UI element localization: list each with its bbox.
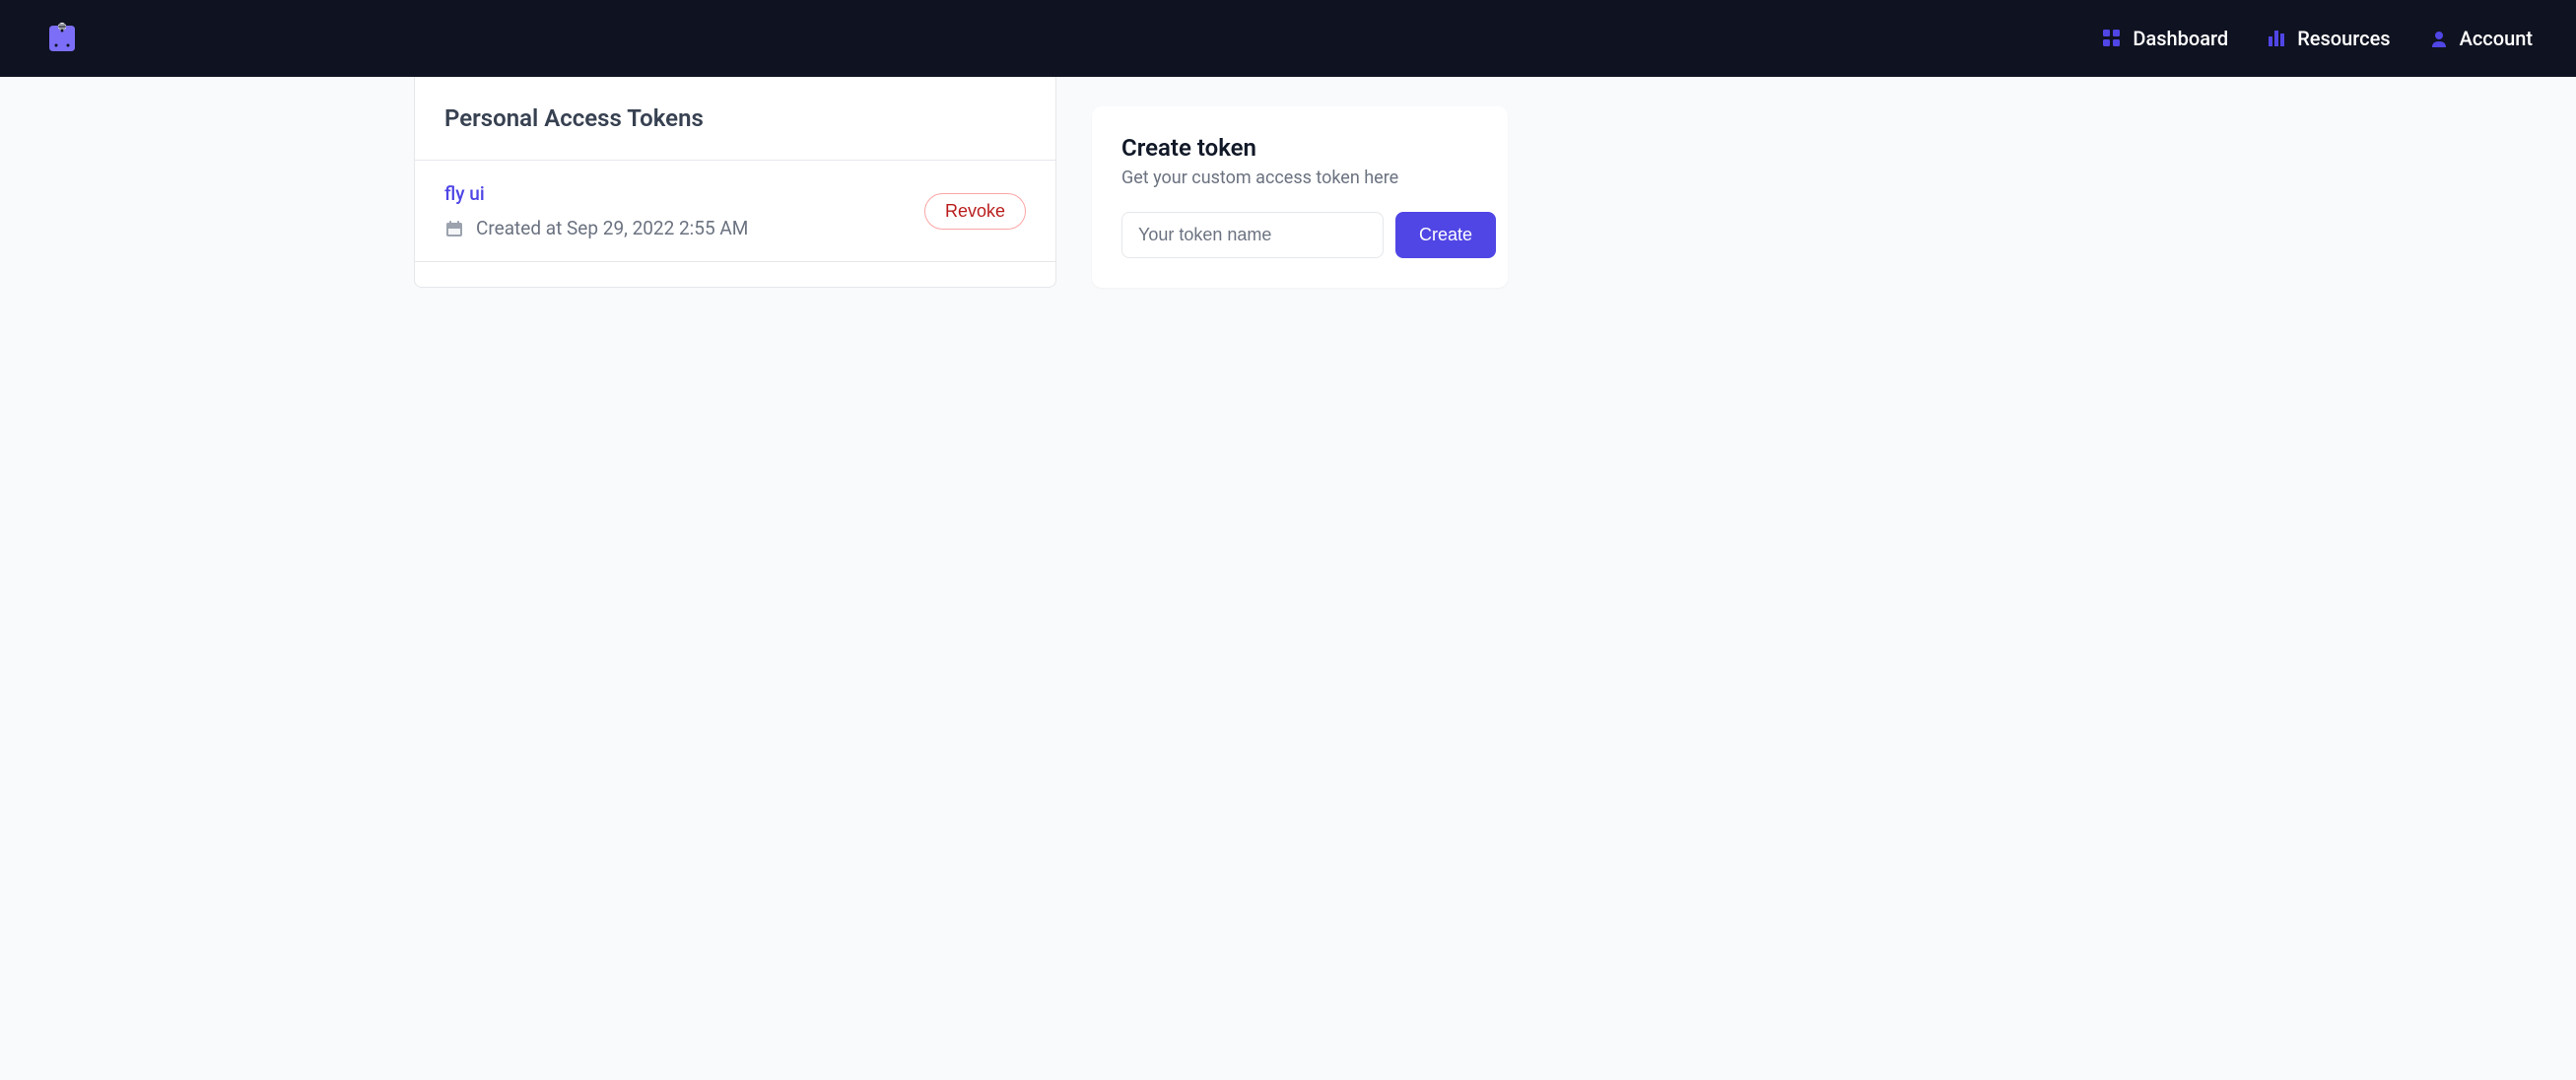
token-meta: Created at Sep 29, 2022 2:55 AM xyxy=(444,217,748,239)
logo[interactable] xyxy=(43,20,81,57)
calendar-icon xyxy=(444,219,464,238)
token-name-link[interactable]: fly ui xyxy=(444,182,748,205)
nav-account-label: Account xyxy=(2460,27,2533,50)
panel-header: Personal Access Tokens xyxy=(415,77,1055,161)
tokens-panel: Personal Access Tokens fly ui Cre xyxy=(414,77,1056,288)
revoke-button[interactable]: Revoke xyxy=(924,193,1026,230)
create-token-form: Create xyxy=(1121,212,1478,258)
nav-dashboard[interactable]: Dashboard xyxy=(2103,27,2228,50)
nav-resources[interactable]: Resources xyxy=(2268,27,2390,50)
nav-resources-label: Resources xyxy=(2297,27,2390,50)
content-wrapper: Personal Access Tokens fly ui Cre xyxy=(0,77,2576,288)
nav-account[interactable]: Account xyxy=(2430,27,2533,50)
token-info: fly ui Created at Sep 29, 2022 2:55 AM xyxy=(444,182,748,239)
create-token-title: Create token xyxy=(1121,134,1478,162)
nav-dashboard-label: Dashboard xyxy=(2133,27,2228,50)
nav-links: Dashboard Resources Account xyxy=(2103,27,2533,50)
account-icon xyxy=(2430,30,2448,47)
token-row: fly ui Created at Sep 29, 2022 2:55 AM xyxy=(415,161,1055,262)
create-button[interactable]: Create xyxy=(1395,212,1496,258)
logo-icon xyxy=(43,20,81,57)
navbar: Dashboard Resources Account xyxy=(0,0,2576,77)
dashboard-icon xyxy=(2103,30,2121,47)
token-name-input[interactable] xyxy=(1121,212,1384,258)
create-token-subtitle: Get your custom access token here xyxy=(1121,168,1478,188)
create-token-panel: Create token Get your custom access toke… xyxy=(1092,106,1508,288)
resources-icon xyxy=(2268,30,2285,47)
page-title: Personal Access Tokens xyxy=(444,104,1026,132)
token-created-text: Created at Sep 29, 2022 2:55 AM xyxy=(476,217,748,239)
